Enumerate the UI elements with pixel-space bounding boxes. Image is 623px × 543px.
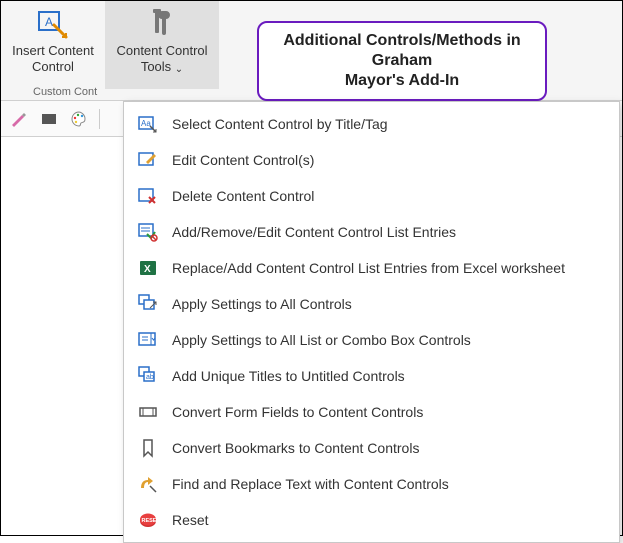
menu-item-delete[interactable]: Delete Content Control bbox=[124, 178, 619, 214]
menu-item-find-replace[interactable]: Find and Replace Text with Content Contr… bbox=[124, 466, 619, 502]
find-replace-icon bbox=[138, 474, 158, 494]
menu-item-label: Apply Settings to All List or Combo Box … bbox=[172, 332, 471, 348]
ribbon: A Insert Content Control Content Control… bbox=[1, 1, 622, 101]
menu-item-apply-all[interactable]: Apply Settings to All Controls bbox=[124, 286, 619, 322]
menu-item-label: Add/Remove/Edit Content Control List Ent… bbox=[172, 224, 456, 240]
menu-item-label: Convert Form Fields to Content Controls bbox=[172, 404, 423, 420]
content-control-tools-icon bbox=[145, 7, 179, 41]
callout-box: Additional Controls/Methods in Graham Ma… bbox=[257, 21, 547, 101]
delete-icon bbox=[138, 186, 158, 206]
apply-all-icon bbox=[138, 294, 158, 314]
unique-titles-icon: ab bbox=[138, 366, 158, 386]
menu-item-label: Add Unique Titles to Untitled Controls bbox=[172, 368, 405, 384]
draw-icon[interactable] bbox=[9, 109, 29, 129]
menu-item-label: Convert Bookmarks to Content Controls bbox=[172, 440, 419, 456]
menu-item-list-entries[interactable]: Add/Remove/Edit Content Control List Ent… bbox=[124, 214, 619, 250]
select-icon: Aa bbox=[138, 114, 158, 134]
menu-item-unique-titles[interactable]: ab Add Unique Titles to Untitled Control… bbox=[124, 358, 619, 394]
svg-text:X: X bbox=[144, 264, 151, 275]
menu-item-label: Replace/Add Content Control List Entries… bbox=[172, 260, 565, 276]
apply-listbox-icon bbox=[138, 330, 158, 350]
menu-item-select-by-title[interactable]: Aa Select Content Control by Title/Tag bbox=[124, 106, 619, 142]
menu-item-label: Reset bbox=[172, 512, 209, 528]
divider bbox=[99, 109, 100, 129]
menu-item-label: Edit Content Control(s) bbox=[172, 152, 314, 168]
chevron-down-icon: ⌄ bbox=[175, 64, 183, 75]
svg-text:A: A bbox=[45, 15, 53, 29]
menu-item-convert-form-fields[interactable]: Convert Form Fields to Content Controls bbox=[124, 394, 619, 430]
list-entries-icon bbox=[138, 222, 158, 242]
content-control-tools-menu: Aa Select Content Control by Title/Tag E… bbox=[123, 101, 620, 543]
shade-icon[interactable] bbox=[39, 109, 59, 129]
svg-text:RESET: RESET bbox=[142, 518, 159, 524]
menu-item-label: Apply Settings to All Controls bbox=[172, 296, 352, 312]
bookmark-icon bbox=[138, 438, 158, 458]
menu-item-apply-listbox[interactable]: Apply Settings to All List or Combo Box … bbox=[124, 322, 619, 358]
insert-content-control-button[interactable]: A Insert Content Control bbox=[1, 1, 105, 89]
content-control-tools-button[interactable]: Content Control Tools ⌄ bbox=[105, 1, 219, 89]
menu-item-label: Delete Content Control bbox=[172, 188, 314, 204]
menu-item-label: Find and Replace Text with Content Contr… bbox=[172, 476, 449, 492]
ribbon-group-label: Custom Cont bbox=[33, 86, 97, 98]
insert-content-control-label: Insert Content Control bbox=[12, 43, 94, 75]
menu-item-reset[interactable]: RESET Reset bbox=[124, 502, 619, 538]
content-control-tools-label: Content Control Tools ⌄ bbox=[116, 43, 207, 77]
menu-item-excel-replace[interactable]: X Replace/Add Content Control List Entri… bbox=[124, 250, 619, 286]
callout-line-2: Mayor's Add-In bbox=[345, 72, 459, 89]
excel-icon: X bbox=[138, 258, 158, 278]
menu-item-label: Select Content Control by Title/Tag bbox=[172, 116, 388, 132]
callout-line-1: Additional Controls/Methods in Graham bbox=[283, 32, 520, 69]
edit-icon bbox=[138, 150, 158, 170]
form-field-icon bbox=[138, 402, 158, 422]
menu-item-convert-bookmarks[interactable]: Convert Bookmarks to Content Controls bbox=[124, 430, 619, 466]
palette-icon[interactable] bbox=[69, 109, 89, 129]
reset-icon: RESET bbox=[138, 510, 158, 530]
insert-content-control-icon: A bbox=[36, 7, 70, 41]
menu-item-edit[interactable]: Edit Content Control(s) bbox=[124, 142, 619, 178]
svg-text:ab: ab bbox=[146, 374, 154, 381]
